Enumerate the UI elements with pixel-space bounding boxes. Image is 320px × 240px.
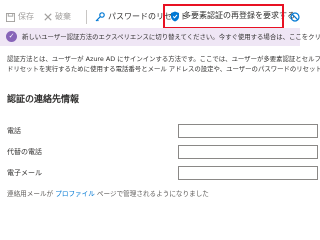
discard-button[interactable]: 破棄 <box>44 10 71 24</box>
phone-field[interactable] <box>178 124 318 138</box>
toolbar-divider <box>86 10 87 24</box>
description-line: ドリセットを実行するために使用する電話番号とメール アドレスの設定や、ユーザーの… <box>7 65 320 73</box>
email-note: 連絡用メールが プロファイル ページで管理されるようになりました <box>7 188 209 198</box>
discard-label: 破棄 <box>55 12 71 21</box>
description: 認証方法とは、ユーザーが Azure AD にサインインする方法です。ここでは、… <box>7 54 320 74</box>
info-icon: ✓ <box>6 31 17 42</box>
note-suffix: ページで管理されるようになりました <box>94 190 209 198</box>
section-title: 認証の連絡先情報 <box>7 95 80 105</box>
banner-text: 新しいユーザー認証方法のエクスペリエンスに切り替えてください。今すぐ使用する場合… <box>22 33 320 41</box>
alt-phone-label: 代替の電話 <box>7 148 42 156</box>
save-label: 保存 <box>18 12 34 21</box>
save-button[interactable]: 保存 <box>6 10 34 24</box>
info-banner[interactable]: ✓ 新しいユーザー認証方法のエクスペリエンスに切り替えてください。今すぐ使用する… <box>0 28 320 46</box>
description-line: 認証方法とは、ユーザーが Azure AD にサインインする方法です。ここでは、… <box>7 55 320 63</box>
phone-label: 電話 <box>7 127 21 135</box>
save-icon <box>6 12 15 22</box>
more-icon[interactable] <box>290 10 300 24</box>
highlight-frame <box>163 4 284 29</box>
key-icon <box>95 12 105 22</box>
email-label: 電子メール <box>7 169 42 177</box>
profile-link[interactable]: プロファイル <box>55 190 95 198</box>
alt-phone-field[interactable] <box>178 145 318 159</box>
email-field[interactable] <box>178 166 318 180</box>
close-icon <box>44 13 52 21</box>
note-prefix: 連絡用メールが <box>7 190 56 198</box>
